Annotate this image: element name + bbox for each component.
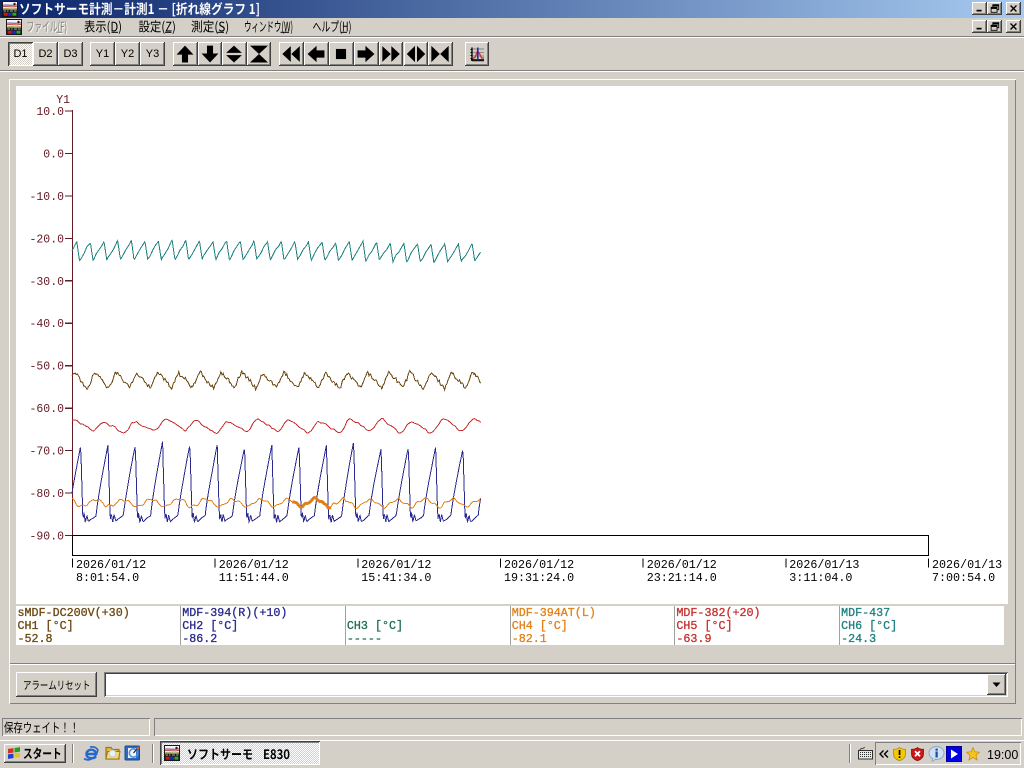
svg-text:-10.0: -10.0 [29, 191, 64, 204]
svg-text:2026/01/12: 2026/01/12 [361, 558, 431, 572]
svg-text:-90.0: -90.0 [29, 531, 64, 544]
svg-text:Y1: Y1 [56, 94, 70, 107]
svg-text:3:11:04.0: 3:11:04.0 [789, 571, 852, 585]
svg-text:2026/01/12: 2026/01/12 [76, 558, 146, 572]
svg-text:2026/01/13: 2026/01/13 [932, 558, 1002, 572]
svg-text:-80.0: -80.0 [29, 488, 64, 501]
svg-text:-30.0: -30.0 [29, 276, 64, 289]
svg-text:7:00:54.0: 7:00:54.0 [932, 571, 995, 585]
svg-text:8:01:54.0: 8:01:54.0 [76, 571, 139, 585]
svg-text:10.0: 10.0 [36, 106, 64, 119]
svg-text:15:41:34.0: 15:41:34.0 [361, 571, 431, 585]
svg-text:23:21:14.0: 23:21:14.0 [647, 571, 717, 585]
svg-text:2026/01/12: 2026/01/12 [647, 558, 717, 572]
svg-text:2026/01/13: 2026/01/13 [789, 558, 859, 572]
svg-text:-20.0: -20.0 [29, 233, 64, 246]
svg-text:19:31:24.0: 19:31:24.0 [504, 571, 574, 585]
svg-text:-40.0: -40.0 [29, 318, 64, 331]
svg-text:2026/01/12: 2026/01/12 [219, 558, 289, 572]
svg-text:-50.0: -50.0 [29, 361, 64, 374]
svg-text:11:51:44.0: 11:51:44.0 [219, 571, 289, 585]
svg-text:-70.0: -70.0 [29, 446, 64, 459]
svg-text:0.0: 0.0 [43, 149, 64, 162]
svg-text:2026/01/12: 2026/01/12 [504, 558, 574, 572]
svg-text:-60.0: -60.0 [29, 403, 64, 416]
